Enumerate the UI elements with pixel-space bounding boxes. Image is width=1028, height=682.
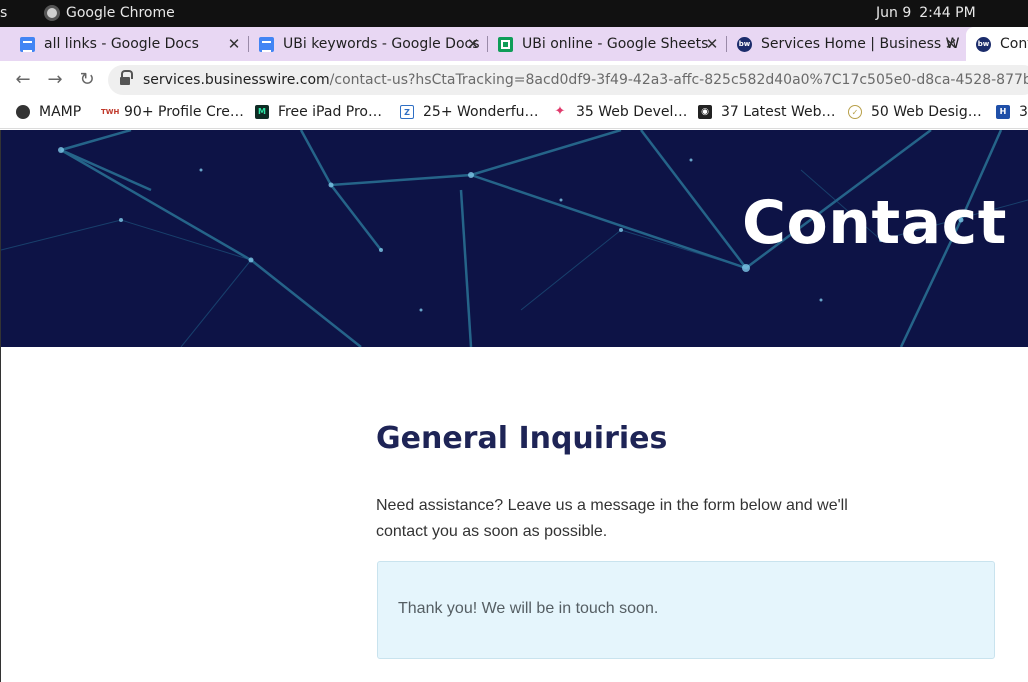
os-top-bar: s Google Chrome Jun 9 2:44 PM: [0, 0, 1028, 27]
tab-label: UBi online - Google Sheets: [522, 36, 709, 52]
bookmark-label: 35 Web Devel…: [576, 104, 688, 120]
tab-label: UBi keywords - Google Docs: [283, 36, 480, 52]
bookmark-label: 90+ Profile Cre…: [124, 104, 244, 120]
clock-date: Jun 9: [876, 5, 912, 21]
forward-button[interactable]: →: [42, 67, 68, 93]
back-button[interactable]: ←: [10, 67, 36, 93]
bookmarks-bar: MAMP TWH 90+ Profile Cre… M Free iPad Pr…: [0, 98, 1028, 129]
bookmark-h[interactable]: H 3: [996, 104, 1028, 120]
tab-ubi-online[interactable]: UBi online - Google Sheets ✕: [498, 27, 720, 61]
activities-button[interactable]: s: [0, 5, 7, 21]
tab-services-home[interactable]: bw Services Home | Business Wire ✕: [737, 27, 959, 61]
url-path: /contact-us?hsCtaTracking=8acd0df9-3f49-…: [329, 72, 1028, 88]
google-docs-icon: [20, 36, 35, 52]
page-heading: General Inquiries: [376, 421, 668, 456]
business-wire-icon: bw: [737, 36, 752, 52]
bookmark-latest-web[interactable]: ◉ 37 Latest Web…: [698, 104, 836, 120]
eye-icon: ◉: [698, 105, 712, 119]
hero-banner: Contact Us: [1, 130, 1028, 347]
address-bar[interactable]: services.businesswire.com/contact-us?hsC…: [108, 65, 1028, 95]
close-icon[interactable]: ✕: [465, 35, 481, 53]
tab-contact-us[interactable]: bw Contact Us: [966, 27, 1028, 61]
bookmark-label: 3: [1019, 104, 1028, 120]
tab-label: all links - Google Docs: [44, 36, 199, 52]
close-icon[interactable]: ✕: [226, 35, 242, 53]
intro-text: Need assistance? Leave us a message in t…: [376, 497, 848, 540]
bookmark-web-dev[interactable]: ✦ 35 Web Devel…: [553, 104, 687, 120]
tab-separator: [487, 36, 488, 52]
lock-icon[interactable]: [120, 70, 133, 86]
h-icon: H: [996, 105, 1010, 119]
bookmark-label: 25+ Wonderfu…: [423, 104, 539, 120]
clock-time: 2:44 PM: [919, 5, 976, 21]
chrome-icon: [44, 5, 60, 21]
mockup-icon: M: [255, 105, 269, 119]
reload-button[interactable]: ↻: [74, 67, 100, 93]
browser-toolbar: ← → ↻ services.businesswire.com/contact-…: [0, 61, 1028, 98]
close-icon[interactable]: ✕: [943, 35, 959, 53]
tab-label: Services Home | Business Wire: [761, 36, 959, 52]
business-wire-icon: bw: [976, 36, 991, 52]
tab-all-links[interactable]: all links - Google Docs ✕: [20, 27, 242, 61]
twh-icon: TWH: [101, 105, 119, 119]
success-message-box: Thank you! We will be in touch soon.: [377, 561, 995, 659]
tab-separator: [248, 36, 249, 52]
bookmark-wonderful[interactable]: Z 25+ Wonderfu…: [400, 104, 539, 120]
google-docs-icon: [259, 36, 274, 52]
tab-label: Contact Us: [1000, 36, 1028, 52]
bookmark-profile-creation[interactable]: TWH 90+ Profile Cre…: [101, 104, 244, 120]
success-message-text: Thank you! We will be in touch soon.: [398, 600, 659, 617]
google-sheets-icon: [498, 36, 513, 52]
clock[interactable]: Jun 9 2:44 PM: [876, 5, 976, 21]
bookmark-label: Free iPad Pro…: [278, 104, 382, 120]
bookmark-web-design[interactable]: ✓ 50 Web Desig…: [848, 104, 982, 120]
globe-icon: [16, 105, 30, 119]
app-menu[interactable]: Google Chrome: [44, 5, 175, 21]
check-circle-icon: ✓: [848, 105, 862, 119]
tab-strip: all links - Google Docs ✕ UBi keywords -…: [0, 27, 1028, 61]
bookmark-mamp[interactable]: MAMP: [16, 104, 81, 120]
bookmark-ipad-pro[interactable]: M Free iPad Pro…: [255, 104, 382, 120]
hero-title: Contact Us: [742, 188, 1028, 258]
tab-ubi-keywords[interactable]: UBi keywords - Google Docs ✕: [259, 27, 481, 61]
url-host: services.businesswire.com: [143, 72, 330, 88]
star-icon: ✦: [553, 104, 567, 119]
app-name: Google Chrome: [66, 5, 175, 21]
url-text: services.businesswire.com/contact-us?hsC…: [143, 65, 1028, 95]
z-icon: Z: [400, 105, 414, 119]
bookmark-label: 50 Web Desig…: [871, 104, 982, 120]
bookmark-label: 37 Latest Web…: [721, 104, 836, 120]
close-icon[interactable]: ✕: [704, 35, 720, 53]
bookmark-label: MAMP: [39, 104, 82, 120]
tab-separator: [726, 36, 727, 52]
